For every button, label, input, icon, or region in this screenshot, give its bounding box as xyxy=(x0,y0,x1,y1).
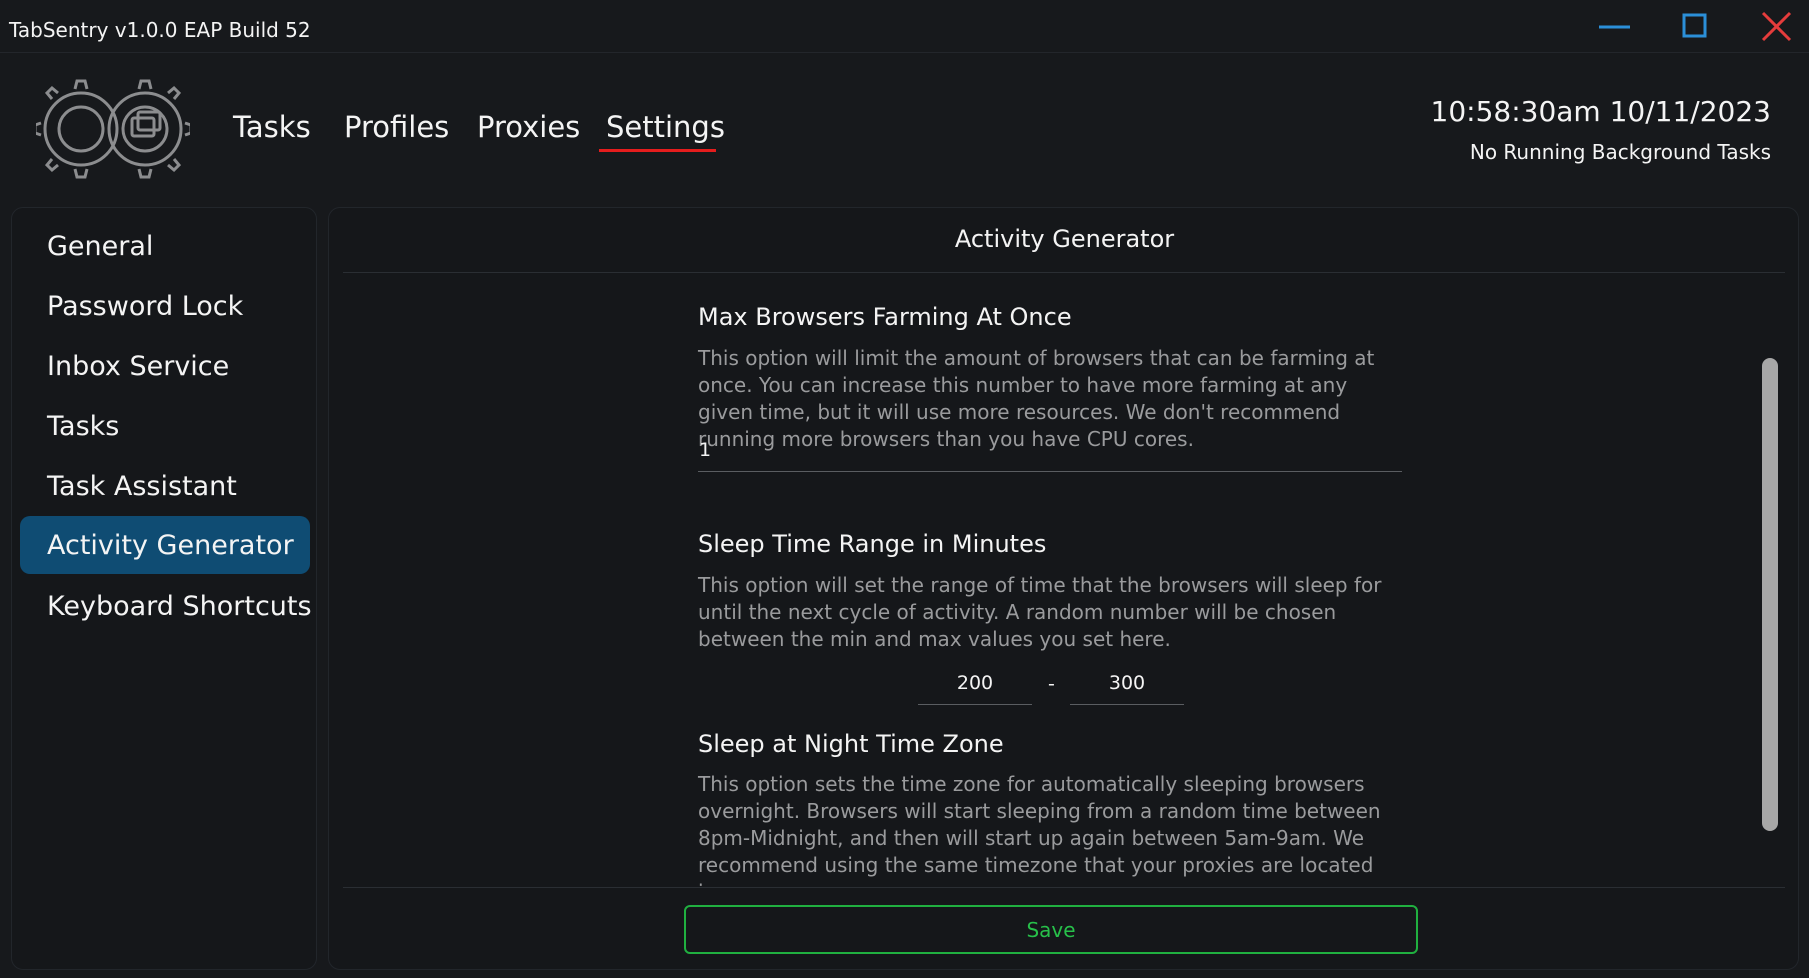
nav-profiles[interactable]: Profiles xyxy=(344,110,449,144)
nav-settings[interactable]: Settings xyxy=(606,110,725,144)
divider xyxy=(343,887,1785,888)
gear-logo-icon xyxy=(33,79,193,179)
settings-sidebar: General Password Lock Inbox Service Task… xyxy=(11,207,317,970)
sidebar-item-keyboard-shortcuts[interactable]: Keyboard Shortcuts xyxy=(20,577,312,635)
save-button[interactable]: Save xyxy=(684,905,1418,954)
setting-title-sleep-range: Sleep Time Range in Minutes xyxy=(698,530,1047,558)
sidebar-item-activity-generator[interactable]: Activity Generator xyxy=(20,516,310,574)
close-button[interactable] xyxy=(1754,8,1798,44)
settings-panel: Activity Generator Max Browsers Farming … xyxy=(328,207,1799,970)
app-logo xyxy=(33,78,193,180)
close-icon xyxy=(1761,11,1792,42)
nav-proxies[interactable]: Proxies xyxy=(477,110,580,144)
minimize-icon xyxy=(1599,25,1630,29)
app-title: TabSentry v1.0.0 EAP Build 52 xyxy=(9,18,311,42)
scrollbar-thumb[interactable] xyxy=(1762,358,1778,831)
sidebar-item-label: Inbox Service xyxy=(47,351,230,382)
sidebar-item-general[interactable]: General xyxy=(20,217,310,275)
setting-description-sleep-range: This option will set the range of time t… xyxy=(698,573,1382,651)
sidebar-item-label: General xyxy=(47,231,154,262)
sidebar-item-label: Tasks xyxy=(47,411,120,442)
nav-active-indicator xyxy=(599,149,716,152)
nav-tasks[interactable]: Tasks xyxy=(233,110,311,144)
panel-title: Activity Generator xyxy=(954,225,1175,253)
sidebar-item-inbox-service[interactable]: Inbox Service xyxy=(20,337,310,395)
setting-title-max-browsers: Max Browsers Farming At Once xyxy=(698,303,1072,331)
maximize-button[interactable] xyxy=(1673,8,1717,44)
background-status: No Running Background Tasks xyxy=(1469,140,1771,164)
sidebar-item-tasks[interactable]: Tasks xyxy=(20,397,310,455)
sidebar-item-task-assistant[interactable]: Task Assistant xyxy=(20,457,310,515)
sidebar-item-label: Password Lock xyxy=(47,291,244,322)
sleep-max-input[interactable] xyxy=(1070,661,1184,705)
sleep-min-input[interactable] xyxy=(918,661,1032,705)
minimize-button[interactable] xyxy=(1592,8,1636,44)
sidebar-item-label: Activity Generator xyxy=(47,530,294,561)
setting-description-night-timezone: This option sets the time zone for autom… xyxy=(698,772,1381,887)
range-separator: - xyxy=(1048,673,1055,695)
clock: 10:58:30am 10/11/2023 xyxy=(1430,95,1771,128)
sidebar-item-label: Task Assistant xyxy=(47,471,237,502)
settings-scroll-area[interactable]: Max Browsers Farming At Once This option… xyxy=(329,273,1798,887)
setting-title-night-timezone: Sleep at Night Time Zone xyxy=(698,730,1004,758)
title-bar: TabSentry v1.0.0 EAP Build 52 xyxy=(0,0,1809,53)
sidebar-item-password-lock[interactable]: Password Lock xyxy=(20,277,310,335)
max-browsers-input[interactable] xyxy=(698,428,1402,472)
sidebar-item-label: Keyboard Shortcuts xyxy=(47,591,312,622)
maximize-icon xyxy=(1682,13,1707,38)
